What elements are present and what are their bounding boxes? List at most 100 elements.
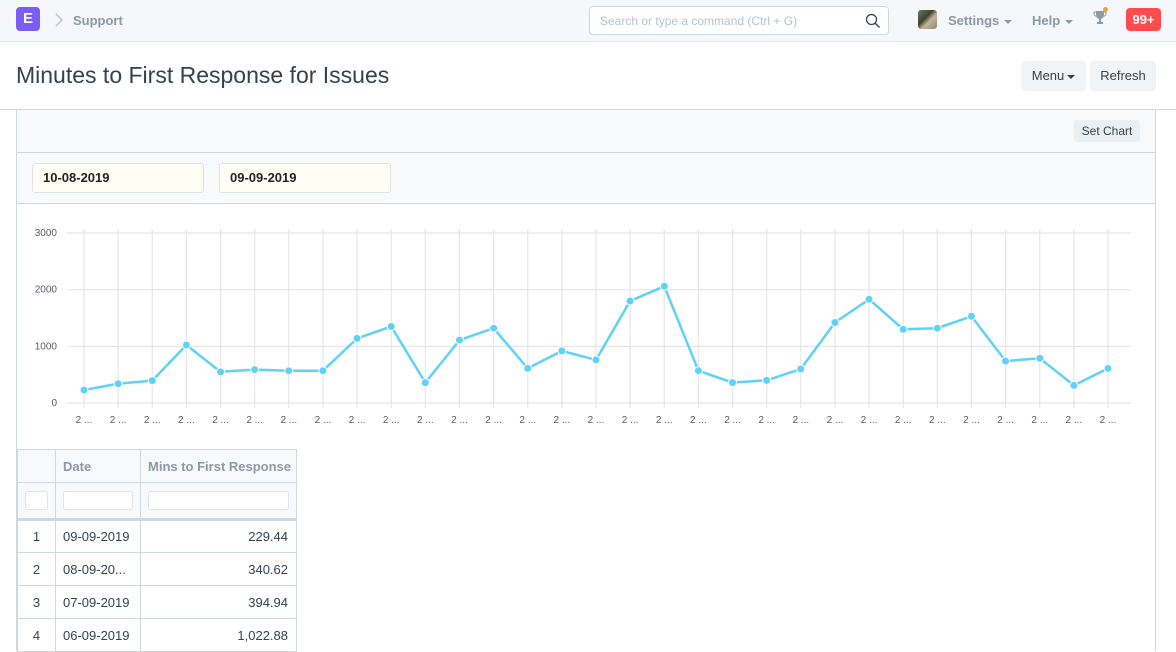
data-point [216, 367, 226, 377]
row-value[interactable]: 394.94 [140, 585, 297, 619]
table-filter-row [17, 482, 297, 521]
data-point [1035, 353, 1045, 363]
data-point [796, 364, 806, 374]
x-tick-label: 2 ... [315, 415, 332, 426]
x-tick-label: 2 ... [383, 415, 400, 426]
notifications-badge[interactable]: 99+ [1126, 8, 1161, 31]
data-point [386, 322, 396, 331]
data-point [762, 375, 772, 385]
x-tick-label: 2 ... [451, 415, 468, 426]
page-title: Minutes to First Response for Issues [16, 62, 390, 88]
row-date[interactable]: 09-09-2019 [55, 519, 141, 553]
data-point [181, 340, 191, 350]
data-point [830, 318, 840, 328]
row-value[interactable]: 229.44 [140, 519, 297, 553]
data-point [966, 311, 976, 321]
data-point [693, 366, 703, 376]
date-filter-input[interactable] [63, 491, 133, 510]
settings-label: Settings [948, 13, 1000, 28]
line-chart: 0100020003000 2 ... 2 ... 2 ... 2 ... 2 ... 2… [35, 228, 1131, 426]
row-value[interactable]: 340.62 [140, 552, 297, 586]
set-chart-button[interactable]: Set Chart [1074, 120, 1140, 142]
chart-toolbar [17, 110, 1155, 153]
x-tick-label: 2 ... [690, 415, 707, 426]
row-date[interactable]: 07-09-2019 [55, 585, 141, 619]
data-point [113, 379, 123, 389]
y-tick-label: 1000 [35, 341, 58, 352]
x-tick-label: 2 ... [246, 415, 263, 426]
help-dropdown[interactable]: Help [1032, 13, 1074, 28]
help-label: Help [1032, 13, 1061, 28]
x-tick-label: 2 ... [929, 415, 946, 426]
x-tick-label: 2 ... [792, 415, 809, 426]
trophy-indicator-dot [1103, 7, 1108, 12]
data-point [352, 333, 362, 343]
data-point [250, 365, 260, 375]
mins-filter-input[interactable] [148, 491, 289, 510]
column-header-mins[interactable]: Mins to First Response [140, 449, 297, 483]
x-tick-label: 2 ... [144, 415, 161, 426]
x-tick-label: 2 ... [861, 415, 878, 426]
data-point [420, 378, 430, 388]
row-date[interactable]: 06-09-2019 [55, 618, 141, 652]
x-tick-label: 2 ... [349, 415, 366, 426]
x-tick-label: 2 ... [554, 415, 571, 426]
data-point [79, 385, 89, 395]
index-filter-input[interactable] [25, 491, 48, 510]
x-tick-label: 2 ... [280, 415, 297, 426]
table-row[interactable]: 4 06-09-2019 1,022.88 [17, 618, 297, 652]
x-tick-label: 2 ... [212, 415, 229, 426]
x-tick-label: 2 ... [588, 415, 605, 426]
data-point [1001, 356, 1011, 366]
from-date-input[interactable]: 10-08-2019 [32, 163, 204, 193]
table-row[interactable]: 3 07-09-2019 394.94 [17, 585, 297, 619]
data-point [454, 335, 464, 345]
data-point [147, 376, 157, 386]
row-index: 3 [17, 585, 56, 619]
x-tick-label: 2 ... [76, 415, 93, 426]
row-date[interactable]: 08-09-20... [55, 552, 141, 586]
refresh-button[interactable]: Refresh [1090, 61, 1156, 91]
app-logo[interactable]: E [16, 7, 40, 31]
table-row[interactable]: 1 09-09-2019 229.44 [17, 519, 297, 553]
filter-cell [55, 482, 141, 521]
x-tick-label: 2 ... [178, 415, 195, 426]
x-tick-label: 2 ... [110, 415, 127, 426]
data-point [864, 294, 874, 304]
x-tick-label: 2 ... [997, 415, 1014, 426]
x-tick-label: 2 ... [519, 415, 536, 426]
search-icon[interactable] [865, 13, 881, 29]
data-point [659, 281, 669, 291]
x-tick-label: 2 ... [827, 415, 844, 426]
x-axis: 2 ... 2 ... 2 ... 2 ... 2 ... 2 ... 2 ... 2 ...… [76, 415, 1117, 426]
search-placeholder: Search or type a command (Ctrl + G) [600, 14, 798, 28]
user-avatar[interactable] [918, 10, 937, 29]
filter-cell [140, 482, 297, 521]
x-tick-label: 2 ... [656, 415, 673, 426]
to-date-input[interactable]: 09-09-2019 [219, 163, 391, 193]
x-tick-label: 2 ... [1031, 415, 1048, 426]
navbar: E Support Search or type a command (Ctrl… [0, 0, 1176, 42]
data-point [284, 366, 294, 376]
menu-button[interactable]: Menu [1021, 61, 1086, 91]
x-tick-label: 2 ... [758, 415, 775, 426]
column-header-date[interactable]: Date [55, 449, 141, 483]
row-index: 2 [17, 552, 56, 586]
row-value[interactable]: 1,022.88 [140, 618, 297, 652]
x-tick-label: 2 ... [485, 415, 502, 426]
trophy-icon[interactable] [1093, 10, 1107, 26]
data-point [728, 378, 738, 388]
row-index: 1 [17, 519, 56, 553]
row-index: 4 [17, 618, 56, 652]
search-input[interactable]: Search or type a command (Ctrl + G) [589, 6, 889, 35]
data-point [591, 355, 601, 365]
x-tick-label: 2 ... [1066, 415, 1083, 426]
breadcrumb-support[interactable]: Support [73, 13, 123, 28]
y-axis: 0 1000 2000 3000 [35, 228, 58, 409]
caret-down-icon [1067, 74, 1076, 79]
y-tick-label: 3000 [35, 228, 58, 239]
data-point [523, 363, 533, 373]
data-point [625, 296, 635, 306]
settings-dropdown[interactable]: Settings [948, 13, 1013, 28]
table-row[interactable]: 2 08-09-20... 340.62 [17, 552, 297, 586]
